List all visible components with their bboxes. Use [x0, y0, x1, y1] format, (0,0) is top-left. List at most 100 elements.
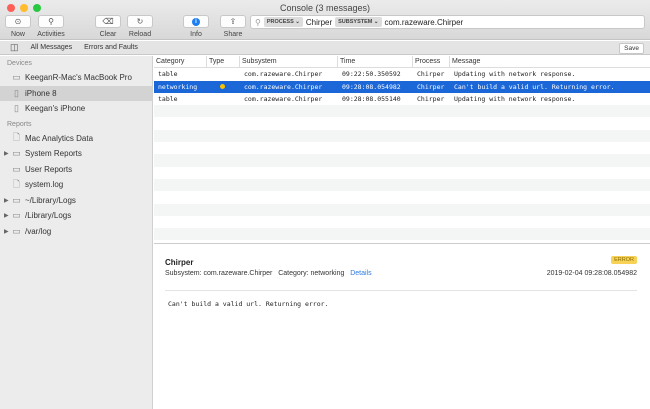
reload-button[interactable]: ↻ Reload: [126, 15, 154, 38]
cell-type: [207, 83, 240, 91]
detail-category: Category: networking: [278, 270, 345, 277]
share-icon: ⇪: [220, 15, 246, 28]
document-icon: 🗋: [12, 178, 21, 189]
sidebar-item[interactable]: ▶ ▭ /var/log: [0, 224, 152, 240]
info-label: Info: [190, 31, 202, 38]
now-label: Now: [10, 31, 25, 38]
error-dot-icon: [220, 83, 225, 89]
folder-icon: ▭: [12, 210, 21, 221]
document-icon: 🗋: [12, 132, 21, 143]
process-value: Chirper: [305, 17, 333, 27]
search-field[interactable]: ⚲ PROCESS ⌄ Chirper SUBSYSTEM ⌄ com.raze…: [250, 15, 645, 29]
sidebar-item[interactable]: ▭ KeeganR-Mac's MacBook Pro: [0, 70, 152, 86]
log-table: Category Type Subsystem Time Process Mes…: [154, 56, 650, 243]
table-row[interactable]: table com.razeware.Chirper 09:28:08.055140…: [154, 93, 650, 105]
save-button[interactable]: Save: [619, 43, 644, 54]
sidebar-item[interactable]: ▶ ▭ /Library/Logs: [0, 208, 152, 224]
empty-row: [154, 129, 650, 143]
disclosure-triangle-icon[interactable]: ▶: [4, 228, 9, 235]
cell-time: 09:28:08.054982: [342, 82, 401, 91]
folder-icon: ▭: [12, 225, 21, 236]
cell-subsystem: com.razeware.Chirper: [244, 95, 323, 104]
column-type[interactable]: Type: [207, 56, 240, 68]
detail-message: Can't build a valid url. Returning error…: [168, 300, 329, 308]
laptop-icon: ▭: [12, 72, 21, 83]
cell-message: Updating with network response.: [454, 95, 576, 104]
sidebar-item[interactable]: ▯ iPhone 8: [0, 85, 152, 101]
search-icon: ⚲: [255, 17, 261, 27]
info-button[interactable]: i Info: [182, 15, 210, 38]
sidebar-item-label: Keegan's iPhone: [25, 104, 86, 114]
clear-label: Clear: [99, 31, 117, 38]
reports-header: Reports: [7, 120, 32, 128]
reload-icon: ↻: [127, 15, 153, 28]
folder-icon: ▭: [12, 163, 21, 174]
info-icon: i: [183, 15, 209, 28]
sidebar-item[interactable]: ▶ ▭ System Reports: [0, 146, 152, 162]
folder-icon: ▭: [12, 148, 21, 159]
process-token[interactable]: PROCESS ⌄: [263, 17, 303, 27]
activities-button[interactable]: ⚲ Activities: [34, 15, 68, 38]
cell-process: Chirper: [417, 82, 445, 91]
iphone-icon: ▯: [14, 87, 19, 98]
sidebar: Devices ▭ KeeganR-Mac's MacBook Pro ▯ iPhon…: [0, 56, 153, 409]
table-row[interactable]: networking com.razeware.Chirper 09:28:08.0…: [154, 80, 650, 93]
empty-row: [154, 117, 650, 129]
sidebar-item[interactable]: ▶ ▭ ~/Library/Logs: [0, 193, 152, 209]
cell-subsystem: com.razeware.Chirper: [244, 70, 323, 79]
sidebar-item-label: System Reports: [25, 149, 82, 159]
cell-process: Chirper: [417, 70, 445, 79]
now-button[interactable]: ⊙ Now: [4, 15, 32, 38]
disclosure-triangle-icon[interactable]: ▶: [4, 212, 9, 219]
empty-row: [154, 191, 650, 203]
sidebar-item-label: /var/log: [25, 226, 52, 236]
sidebar-item[interactable]: ▯ Keegan's iPhone: [0, 101, 152, 117]
now-icon: ⊙: [5, 15, 31, 28]
iphone-icon: ▯: [14, 103, 19, 114]
table-row[interactable]: table com.razeware.Chirper 09:22:50.350592…: [154, 68, 650, 80]
share-button[interactable]: ⇪ Share: [219, 15, 247, 38]
details-link[interactable]: Details: [350, 270, 371, 277]
disclosure-triangle-icon[interactable]: ▶: [4, 197, 9, 204]
empty-row: [154, 154, 650, 167]
subsystem-token[interactable]: SUBSYSTEM ⌄: [335, 17, 382, 27]
error-badge: ERROR: [611, 256, 637, 264]
column-message[interactable]: Message: [450, 56, 650, 67]
sidebar-item[interactable]: 🗋 system.log: [0, 177, 152, 193]
activities-icon: ⚲: [38, 15, 64, 28]
all-messages-button[interactable]: All Messages: [31, 44, 73, 51]
sidebar-item-label: system.log: [25, 180, 64, 190]
detail-meta: Subsystem: com.razeware.Chirper Category…: [165, 270, 372, 277]
reload-label: Reload: [128, 31, 152, 38]
detail-subsystem: Subsystem: com.razeware.Chirper: [165, 270, 273, 277]
sidebar-item[interactable]: 🗋 Mac Analytics Data: [0, 131, 152, 147]
cell-category: networking: [158, 82, 198, 91]
table-header: Category Type Subsystem Time Process Mes…: [154, 56, 650, 69]
empty-row: [154, 203, 650, 216]
empty-row: [154, 228, 650, 241]
clear-button[interactable]: ⌫ Clear: [94, 15, 122, 38]
column-time[interactable]: Time: [338, 56, 413, 68]
cell-time: 09:28:08.055140: [342, 95, 401, 104]
disclosure-triangle-icon[interactable]: ▶: [4, 150, 9, 157]
folder-icon: ▭: [12, 194, 21, 205]
column-process[interactable]: Process: [413, 56, 450, 68]
toolbar: Console (3 messages) ⊙ Now ⚲ Activities ⌫ C…: [0, 0, 650, 40]
sidebar-item-label: Mac Analytics Data: [25, 133, 94, 143]
divider: [165, 290, 637, 291]
sidebar-item[interactable]: ▭ User Reports: [0, 162, 152, 178]
devices-header: Devices: [7, 60, 32, 67]
column-subsystem[interactable]: Subsystem: [240, 56, 338, 68]
empty-row: [154, 178, 650, 192]
share-label: Share: [223, 31, 243, 38]
sidebar-item-label: KeeganR-Mac's MacBook Pro: [25, 73, 132, 83]
cell-category: table: [158, 95, 178, 104]
sidebar-item-label: /Library/Logs: [25, 211, 72, 221]
detail-timestamp: 2019-02-04 09:28:08.054982: [546, 270, 637, 277]
column-category[interactable]: Category: [154, 56, 207, 68]
errors-and-faults-button[interactable]: Errors and Faults: [84, 44, 138, 51]
filter-bar: ◫ All Messages Errors and Faults Save: [0, 41, 650, 55]
sidebar-item-label: ~/Library/Logs: [25, 195, 76, 205]
cell-category: table: [158, 70, 178, 79]
sidebar-toggle-icon[interactable]: ◫: [10, 42, 19, 53]
